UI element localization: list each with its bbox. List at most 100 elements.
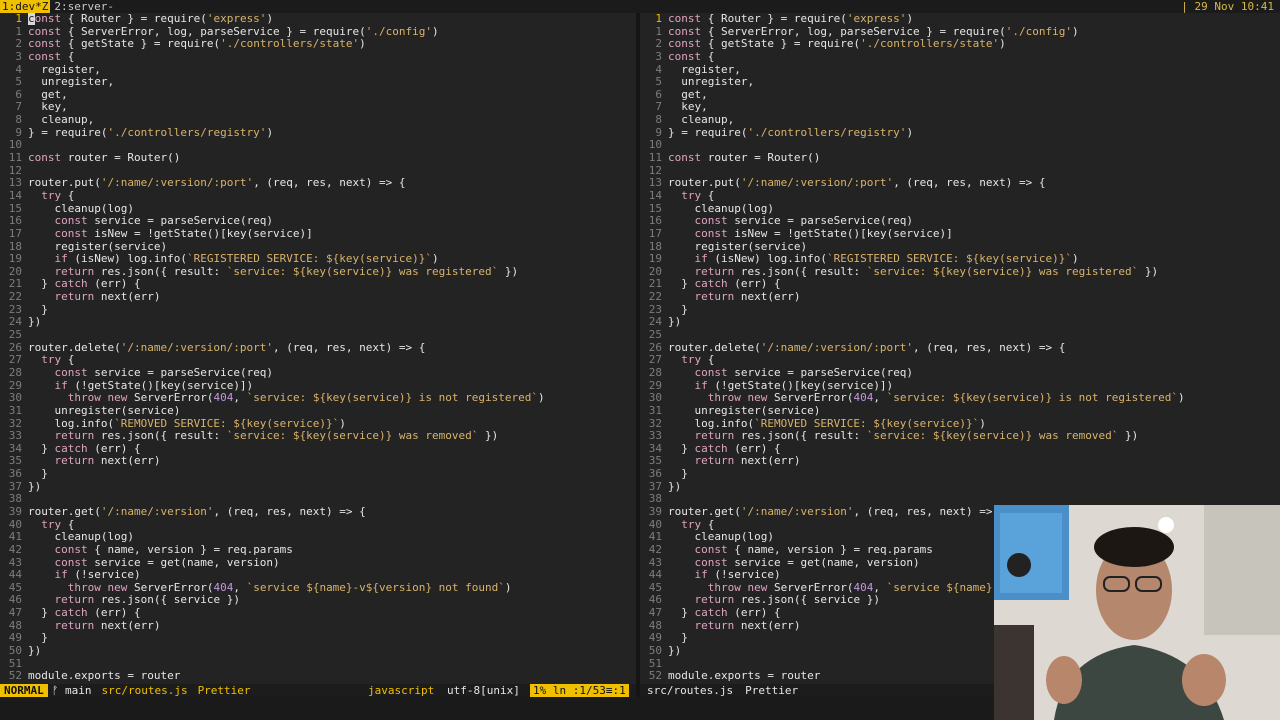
code-line[interactable]: 13 router.put('/:name/:version/:port', (r…: [640, 177, 1280, 190]
code-line[interactable]: 35 return next(err): [0, 455, 636, 468]
code-text: const { Router } = require('express'): [668, 13, 914, 25]
line-number: 3: [655, 49, 662, 63]
code-text: return next(err): [54, 290, 161, 304]
code-line[interactable]: 7 key,: [0, 101, 636, 114]
code-line[interactable]: 39 router.get('/:name/:version', (req, re…: [0, 505, 636, 519]
line-number: 2: [15, 37, 22, 51]
code-text: try {: [41, 353, 75, 367]
code-line[interactable]: 13 router.put('/:name/:version/:port', (r…: [0, 177, 636, 190]
line-number: 1: [15, 24, 22, 38]
code-text: return res.json({ service }): [694, 593, 880, 607]
code-text: throw new ServerError(404, `service: ${k…: [707, 391, 1185, 405]
code-text: throw new ServerError(404, `service: ${k…: [67, 391, 545, 405]
code-text: return next(err): [694, 454, 801, 468]
code-line[interactable]: 2 const { getState } = require('./control…: [640, 37, 1280, 51]
line-number: 16: [8, 214, 22, 228]
line-number: 7: [15, 100, 22, 114]
code-line[interactable]: 24}): [640, 316, 1280, 329]
code-line[interactable]: 26 router.delete('/:name/:version/:port',…: [640, 341, 1280, 355]
code-text: unregister(service): [668, 403, 821, 417]
line-number: 47: [648, 606, 662, 620]
line-number: 22: [8, 290, 22, 304]
code-line[interactable]: 49 }: [0, 632, 636, 645]
code-line[interactable]: 23 }: [0, 302, 636, 317]
code-line[interactable]: 11 const router = Router(): [640, 151, 1280, 165]
code-text: } catch (err) {: [668, 606, 781, 620]
code-text: key,: [668, 100, 708, 114]
code-text: if (!getState()[key(service)]): [694, 378, 894, 392]
code-line[interactable]: 2 const { getState } = require('./control…: [0, 37, 636, 51]
code-text: } catch (err) {: [28, 441, 141, 455]
line-number: 30: [8, 391, 22, 405]
code-line[interactable]: 9} = require('./controllers/registry'): [640, 126, 1280, 140]
code-text: try {: [681, 353, 715, 367]
code-line[interactable]: 52 module.exports = router: [0, 669, 636, 683]
code-text: log.info(`REMOVED SERVICE: ${key(service…: [28, 416, 346, 430]
git-branch: ᚠ main: [51, 684, 92, 697]
code-text: try {: [41, 188, 75, 202]
code-text: key,: [28, 100, 68, 114]
code-text: register(service): [668, 239, 808, 253]
code-line[interactable]: 7 key,: [640, 101, 1280, 114]
line-number: 6: [15, 87, 22, 101]
line-number: 1: [655, 13, 662, 25]
mode-indicator: NORMAL: [0, 684, 48, 697]
line-number: 3: [15, 49, 22, 63]
code-text: const router = Router(): [668, 151, 821, 165]
code-text: }): [668, 479, 682, 493]
code-text: cleanup(log): [28, 201, 134, 215]
code-text: } catch (err) {: [28, 606, 141, 620]
text-cursor: c: [28, 13, 35, 25]
code-line[interactable]: 23 }: [640, 302, 1280, 317]
cursor-position: 1% ln :1/53≡:1: [530, 684, 629, 697]
code-line[interactable]: 5 unregister,: [0, 75, 636, 89]
line-number: 14: [648, 188, 662, 202]
editor-pane-left[interactable]: 1 const { Router } = require('express') 1 c…: [0, 13, 636, 683]
code-line[interactable]: 11 const router = Router(): [0, 151, 636, 165]
code-line[interactable]: 26 router.delete('/:name/:version/:port',…: [0, 341, 636, 355]
code-text: return res.json({ result: `service: ${ke…: [54, 429, 499, 443]
code-line[interactable]: 24}): [0, 316, 636, 329]
tmux-window-server[interactable]: 2:server-: [54, 0, 114, 13]
code-line[interactable]: 37}): [640, 479, 1280, 494]
code-text: register(service): [28, 239, 168, 253]
code-line[interactable]: 37}): [0, 479, 636, 494]
code-line[interactable]: 48 return next(err): [0, 618, 636, 633]
code-text: }): [28, 479, 42, 493]
line-number: 22: [648, 290, 662, 304]
code-line[interactable]: 5 unregister,: [640, 75, 1280, 89]
code-text: const service = parseService(req): [694, 365, 914, 379]
filetype: javascript: [368, 684, 435, 697]
code-text: } catch (err) {: [28, 277, 141, 291]
code-line[interactable]: 6 get,: [0, 87, 636, 102]
code-line[interactable]: 35 return next(err): [640, 455, 1280, 468]
code-text: const { ServerError, log, parseService }…: [668, 24, 1079, 38]
line-number: 52: [8, 669, 22, 683]
line-number: 7: [655, 100, 662, 114]
code-text: if (isNew) log.info(`REGISTERED SERVICE:…: [54, 252, 439, 266]
line-number: 25: [648, 328, 662, 342]
code-line[interactable]: 50}): [0, 644, 636, 658]
code-line[interactable]: 36 }: [640, 467, 1280, 481]
line-number: 31: [8, 403, 22, 417]
file-path: src/routes.js: [101, 684, 188, 697]
code-line[interactable]: 9} = require('./controllers/registry'): [0, 126, 636, 140]
line-number: 28: [648, 365, 662, 379]
code-line[interactable]: 6 get,: [640, 88, 1280, 102]
code-text: }): [28, 315, 42, 329]
code-text: unregister,: [28, 75, 115, 89]
line-number: 16: [648, 214, 662, 228]
line-number: 17: [648, 226, 662, 240]
code-line[interactable]: 22 return next(err): [640, 290, 1280, 304]
formatter-name: Prettier: [197, 684, 251, 697]
code-text: }: [28, 302, 48, 316]
line-number: 42: [8, 542, 22, 556]
code-text: return res.json({ service }): [54, 593, 240, 607]
code-text: }: [668, 302, 688, 316]
line-number: 5: [655, 75, 662, 89]
code-text: register,: [668, 62, 741, 76]
code-text: return next(err): [54, 618, 161, 632]
code-line[interactable]: 22 return next(err): [0, 290, 636, 304]
tmux-window-active[interactable]: 1:dev*Z: [0, 0, 51, 13]
code-line[interactable]: 36 }: [0, 467, 636, 481]
